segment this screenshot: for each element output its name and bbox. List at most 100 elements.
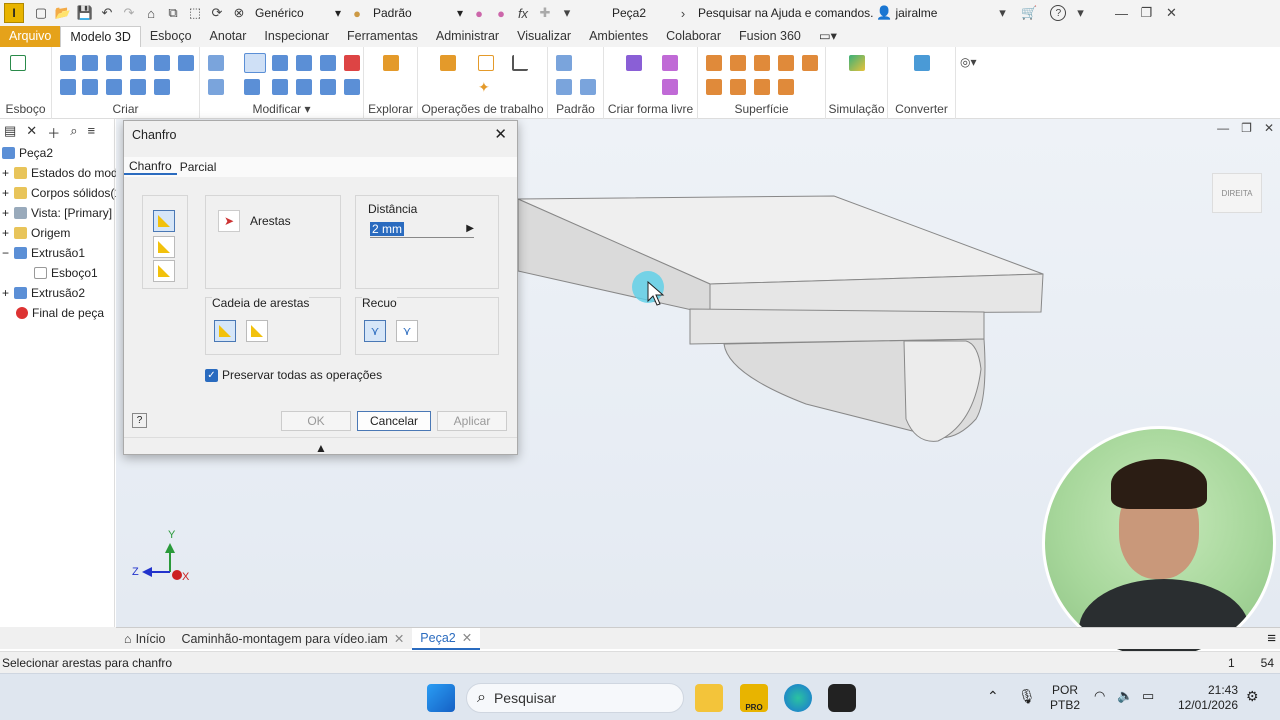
rectangular-pattern-icon[interactable] xyxy=(556,55,572,71)
add-icon[interactable]: ＋ xyxy=(47,123,60,142)
adjust-icon[interactable]: ● xyxy=(493,5,509,21)
replace-face-icon[interactable] xyxy=(272,79,288,95)
stress-analysis-icon[interactable] xyxy=(849,55,865,71)
appearance-select[interactable]: Padrão ▾ xyxy=(368,3,468,23)
tree-item-part[interactable]: Peça2 xyxy=(2,143,53,163)
close-icon[interactable]: ✕ xyxy=(394,631,404,646)
mirror-icon[interactable] xyxy=(580,79,596,95)
model-icon[interactable]: ▤ xyxy=(4,123,16,142)
thicken-icon[interactable] xyxy=(244,79,260,95)
plus-icon[interactable]: ✚ xyxy=(537,5,553,21)
rib-icon[interactable] xyxy=(154,55,170,71)
expand-icon[interactable]: + xyxy=(2,226,14,240)
point-icon[interactable]: ✦ xyxy=(478,79,494,95)
recorder-icon[interactable] xyxy=(828,684,856,712)
home-icon[interactable]: ⌂ xyxy=(143,5,159,21)
cart-icon[interactable]: 🛒 xyxy=(1021,5,1037,21)
play-icon[interactable]: ▶ xyxy=(466,223,474,234)
setback-on-icon[interactable]: ⋎ xyxy=(364,320,386,342)
battery-icon[interactable]: ▭ xyxy=(1142,688,1154,704)
fit-mesh-icon[interactable] xyxy=(778,79,794,95)
help-search[interactable]: Pesquisar na Ajuda e comandos. xyxy=(698,6,873,20)
close-icon[interactable]: ✕ xyxy=(462,630,472,645)
tab-fusion-360[interactable]: Fusion 360 xyxy=(730,26,810,47)
file-explorer-icon[interactable] xyxy=(695,684,723,712)
circular-pattern-icon[interactable] xyxy=(556,79,572,95)
generative-design-icon[interactable] xyxy=(383,55,399,71)
menu-icon[interactable]: ≡ xyxy=(1267,630,1276,647)
expand-icon[interactable]: ▲ xyxy=(315,441,327,455)
more-icon[interactable]: ▾ xyxy=(559,5,575,21)
windows-start-icon[interactable] xyxy=(427,684,455,712)
clear-appearance-icon[interactable]: ● xyxy=(471,5,487,21)
freeform-convert-icon[interactable] xyxy=(662,79,678,95)
search-icon[interactable]: ⌕ xyxy=(70,123,77,142)
preserve-checkbox[interactable]: ✓ xyxy=(205,368,218,382)
repair-icon[interactable] xyxy=(754,79,770,95)
minimize-icon[interactable]: — xyxy=(1113,5,1129,21)
setback-off-icon[interactable]: ⋎ xyxy=(396,320,418,342)
expand-icon[interactable]: + xyxy=(2,186,14,200)
plane-icon[interactable] xyxy=(440,55,456,71)
stitch-icon[interactable] xyxy=(706,55,722,71)
close-icon[interactable]: ✕ xyxy=(494,125,507,143)
tab-visualizar[interactable]: Visualizar xyxy=(508,26,580,47)
convert-sheet-metal-icon[interactable] xyxy=(914,55,930,71)
new-file-icon[interactable]: ▢ xyxy=(33,5,49,21)
restore-icon[interactable]: ❐ xyxy=(1138,5,1154,21)
split-icon[interactable] xyxy=(344,55,360,71)
draft-icon[interactable] xyxy=(296,55,312,71)
chevron-down-icon[interactable]: ▾ xyxy=(1072,5,1088,21)
fx-icon[interactable]: fx xyxy=(515,5,531,21)
freeform-box-icon[interactable] xyxy=(626,55,642,71)
decal-icon[interactable] xyxy=(154,79,170,95)
direct-edit-icon[interactable] xyxy=(320,79,336,95)
tab-anotar[interactable]: Anotar xyxy=(201,26,256,47)
tree-item-sketch1[interactable]: Esboço1 xyxy=(34,263,98,283)
sculpt-icon[interactable] xyxy=(730,55,746,71)
taskbar-search[interactable]: ⌕ Pesquisar xyxy=(466,683,684,713)
tab-chanfro[interactable]: Chanfro xyxy=(124,159,177,175)
ucs-icon[interactable] xyxy=(512,55,528,71)
tree-item-view[interactable]: + Vista: [Primary] xyxy=(2,203,112,223)
tab-colaborar[interactable]: Colaborar xyxy=(657,26,730,47)
hole-icon[interactable] xyxy=(208,55,224,71)
close-icon[interactable]: ✕ xyxy=(26,123,37,142)
patch-icon[interactable] xyxy=(754,55,770,71)
tab-inspecionar[interactable]: Inspecionar xyxy=(255,26,338,47)
apply-button[interactable]: Aplicar xyxy=(437,411,507,431)
close-icon[interactable]: ✕ xyxy=(1163,5,1179,21)
extend-icon[interactable] xyxy=(802,55,818,71)
menu-icon[interactable]: ≡ xyxy=(88,123,96,142)
axis-icon[interactable] xyxy=(478,55,494,71)
help-icon[interactable]: ? xyxy=(1050,5,1067,21)
expand-icon[interactable]: + xyxy=(2,286,14,300)
tree-item-solid-bodies[interactable]: + Corpos sólidos(1 xyxy=(2,183,121,203)
redo-icon[interactable]: ↷ xyxy=(121,5,137,21)
distance-angle-method-icon[interactable] xyxy=(153,236,175,258)
tree-item-extrusion2[interactable]: + Extrusão2 xyxy=(2,283,85,303)
notification-icon[interactable]: ⚙ xyxy=(1246,688,1259,705)
update-icon[interactable]: ⟳ xyxy=(209,5,225,21)
derive-icon[interactable] xyxy=(82,79,98,95)
volume-icon[interactable]: 🔈 xyxy=(1117,688,1133,704)
distance-input[interactable]: 2 mm ▶ xyxy=(370,220,474,238)
select-icon[interactable]: ⬚ xyxy=(187,5,203,21)
user-name[interactable]: jairalme xyxy=(895,6,991,20)
tab-parcial[interactable]: Parcial xyxy=(177,160,220,174)
copy-object-icon[interactable] xyxy=(344,79,360,95)
inventor-logo[interactable]: I xyxy=(4,3,24,23)
two-distances-method-icon[interactable] xyxy=(153,260,175,282)
options-icon[interactable]: ◎▾ xyxy=(960,55,986,71)
select-edges-icon[interactable]: ➤ xyxy=(218,210,240,232)
panel-toggle-icon[interactable]: ▭▾ xyxy=(810,26,846,47)
tree-item-end-of-part[interactable]: Final de peça xyxy=(16,303,104,323)
shell-icon[interactable] xyxy=(272,55,288,71)
loft-icon[interactable] xyxy=(106,55,122,71)
copy-icon[interactable]: ⧉ xyxy=(165,5,181,21)
extrude-icon[interactable] xyxy=(60,55,76,71)
coil-icon[interactable] xyxy=(60,79,76,95)
tree-item-model-states[interactable]: + Estados do mode xyxy=(2,163,124,183)
edge-browser-icon[interactable] xyxy=(784,684,812,712)
chain-single-icon[interactable] xyxy=(246,320,268,342)
